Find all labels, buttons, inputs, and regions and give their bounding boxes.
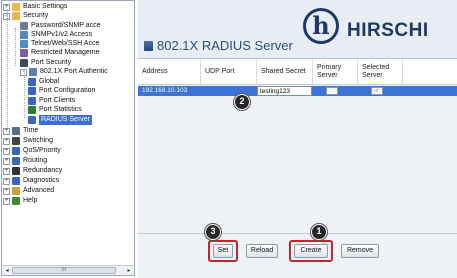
column-header-filler bbox=[403, 59, 457, 85]
tree-item-label: RADIUS Server bbox=[39, 115, 93, 125]
port-config-icon bbox=[28, 87, 36, 95]
tree-item-port-configuration[interactable]: Port Configuration bbox=[28, 86, 95, 96]
radius-server-table: Address UDP Port Shared Secret Primary S… bbox=[138, 58, 457, 233]
tree-item-label: Diagnostics bbox=[23, 177, 60, 184]
port-clients-icon bbox=[28, 97, 36, 105]
reload-button[interactable]: Reload bbox=[246, 244, 278, 258]
folder-icon bbox=[29, 68, 37, 76]
selected-server-header-label: Selected Server bbox=[362, 64, 390, 79]
navigation-tree: + Basic Settings − Security Password/SNMP ac… bbox=[1, 0, 135, 276]
tree-item-advanced[interactable]: + Advanced bbox=[3, 186, 54, 196]
radius-server-icon bbox=[28, 116, 36, 124]
create-button[interactable]: Create bbox=[294, 244, 328, 258]
advanced-icon bbox=[12, 187, 20, 195]
tree-item-label: QoS/Priority bbox=[23, 147, 61, 154]
column-header-primary-server[interactable]: Primary Server bbox=[313, 59, 358, 85]
table-row[interactable]: 192.168.10.103 ✓ bbox=[138, 86, 457, 96]
set-button[interactable]: Set bbox=[213, 244, 233, 258]
primary-server-checkbox[interactable] bbox=[326, 87, 338, 95]
scroll-thumb[interactable]: III bbox=[12, 267, 116, 274]
expand-icon[interactable]: + bbox=[3, 137, 10, 145]
selected-server-checkbox[interactable]: ✓ bbox=[371, 87, 383, 95]
cell-udp-port[interactable] bbox=[201, 86, 205, 96]
primary-server-header-label: Primary Server bbox=[317, 64, 342, 79]
expand-icon[interactable]: + bbox=[3, 197, 10, 205]
tree-item-802-1x-port-authentic[interactable]: −802.1X Port Authentic bbox=[20, 67, 108, 77]
tree-item-security[interactable]: − Security bbox=[3, 11, 48, 21]
tree-item-label: Switching bbox=[23, 137, 53, 144]
tree-item-routing[interactable]: + Routing bbox=[3, 156, 47, 166]
brand-name: HIRSCHI bbox=[347, 20, 429, 41]
scroll-right-arrow-icon[interactable]: ▸ bbox=[125, 267, 133, 275]
radius-page-icon bbox=[144, 41, 153, 51]
tree-item-label: Time bbox=[23, 127, 39, 134]
tree-item-help[interactable]: + Help bbox=[3, 196, 37, 206]
tree-item-label: Security bbox=[23, 12, 49, 19]
tree-item-restricted-manageme[interactable]: Restricted Manageme bbox=[20, 48, 99, 58]
tree-item-label: Help bbox=[23, 197, 38, 204]
tree-connector-line bbox=[7, 9, 8, 127]
clock-icon bbox=[12, 127, 20, 135]
column-header-udp-port[interactable]: UDP Port bbox=[201, 59, 257, 85]
routing-icon bbox=[12, 157, 20, 165]
expand-icon[interactable]: + bbox=[3, 177, 10, 185]
snmp-icon bbox=[20, 31, 28, 39]
checkmark-icon: ✓ bbox=[374, 88, 380, 94]
tree-item-label: Redundancy bbox=[23, 167, 63, 174]
tree-item-redundancy[interactable]: + Redundancy bbox=[3, 166, 62, 176]
tree-connector-line bbox=[24, 73, 25, 118]
port-security-icon bbox=[20, 59, 28, 67]
tree-item-diagnostics[interactable]: + Diagnostics bbox=[3, 176, 59, 186]
tree-horizontal-scrollbar[interactable]: ◂ III ▸ bbox=[2, 265, 134, 275]
folder-icon bbox=[12, 3, 20, 11]
global-icon bbox=[28, 78, 36, 86]
tree-item-label: Advanced bbox=[23, 187, 55, 194]
tree-item-switching[interactable]: + Switching bbox=[3, 136, 53, 146]
callout-set: 3 bbox=[205, 224, 221, 240]
tree-item-label: 802.1X Port Authentic bbox=[40, 68, 108, 75]
switching-icon bbox=[12, 137, 20, 145]
header-banner: 802.1X RADIUS Server h HIRSCHI bbox=[138, 0, 457, 58]
cell-address[interactable]: 192.168.10.103 bbox=[138, 86, 187, 96]
hirschmann-logo-icon: h bbox=[303, 8, 339, 44]
tree-item-label: Restricted Manageme bbox=[31, 49, 100, 56]
qos-icon bbox=[12, 147, 20, 155]
tree-items: + Basic Settings − Security Password/SNMP ac… bbox=[2, 1, 134, 265]
column-header-selected-server[interactable]: Selected Server bbox=[358, 59, 403, 85]
page-title: 802.1X RADIUS Server bbox=[157, 38, 293, 53]
telnet-icon bbox=[20, 40, 28, 48]
tree-item-time[interactable]: + Time bbox=[3, 126, 38, 136]
main-content: 802.1X RADIUS Server h HIRSCHI Address U… bbox=[138, 0, 457, 278]
password-icon bbox=[20, 22, 28, 30]
help-icon bbox=[12, 197, 20, 205]
tree-item-radius-server[interactable]: RADIUS Server bbox=[28, 115, 93, 125]
callout-create: 1 bbox=[311, 224, 327, 240]
folder-icon bbox=[12, 12, 20, 20]
column-header-address[interactable]: Address bbox=[138, 59, 201, 85]
button-bar: Set Reload Create Remove bbox=[138, 233, 457, 278]
table-header: Address UDP Port Shared Secret Primary S… bbox=[138, 59, 457, 85]
column-header-shared-secret[interactable]: Shared Secret bbox=[257, 59, 313, 85]
tree-connector-line bbox=[15, 28, 16, 66]
tree-item-label: Port Configuration bbox=[39, 87, 96, 94]
expand-icon[interactable]: + bbox=[3, 127, 10, 135]
tree-item-qos-priority[interactable]: + QoS/Priority bbox=[3, 146, 61, 156]
tree-item-port-statistics[interactable]: Port Statistics bbox=[28, 105, 82, 115]
scroll-left-arrow-icon[interactable]: ◂ bbox=[3, 267, 11, 275]
expand-icon[interactable]: + bbox=[3, 187, 10, 195]
diagnostics-icon bbox=[12, 177, 20, 185]
restricted-icon bbox=[20, 49, 28, 57]
tree-item-label: Routing bbox=[23, 157, 48, 164]
callout-shared-secret: 2 bbox=[234, 94, 250, 110]
shared-secret-input[interactable] bbox=[257, 86, 312, 96]
expand-icon[interactable]: + bbox=[3, 167, 10, 175]
remove-button[interactable]: Remove bbox=[341, 244, 379, 258]
port-statistics-icon bbox=[28, 106, 36, 114]
redundancy-icon bbox=[12, 167, 20, 175]
expand-icon[interactable]: + bbox=[3, 147, 10, 155]
tree-item-label: Port Statistics bbox=[39, 106, 82, 113]
expand-icon[interactable]: + bbox=[3, 157, 10, 165]
